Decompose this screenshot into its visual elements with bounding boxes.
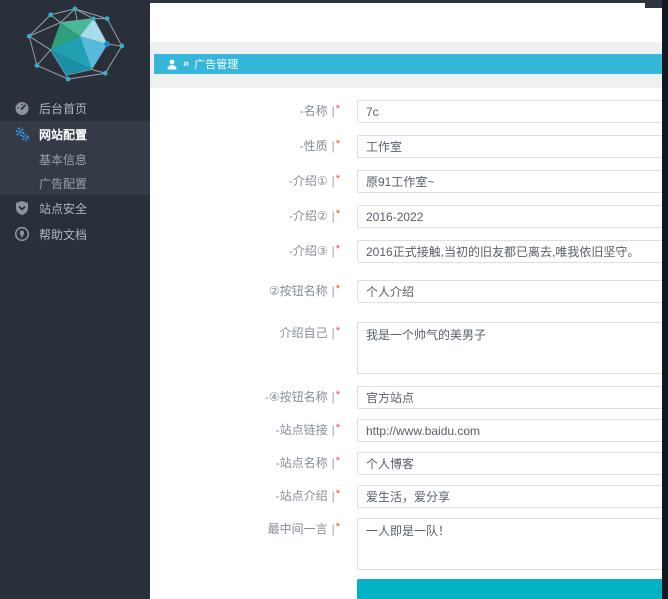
- form-row: -性质|*: [150, 135, 668, 159]
- sidebar-group-site-config: 网站配置 基本信息 广告配置: [0, 121, 150, 195]
- sidebar-item-label: 后台首页: [39, 100, 87, 117]
- sidebar-item-ad-config[interactable]: 广告配置: [0, 171, 150, 195]
- help-docs-icon: [14, 226, 30, 242]
- main-content: » 广告管理 -名称|* -性质|* -介绍①|* -介绍②|* -介绍③|*: [150, 0, 668, 599]
- dashboard-icon: [14, 100, 30, 116]
- form-row: -名称|*: [150, 100, 668, 124]
- form-row: 介绍自己|* 我是一个帅气的美男子: [150, 322, 668, 374]
- sidebar-item-dashboard[interactable]: 后台首页: [0, 95, 150, 121]
- page-title: 广告管理: [194, 56, 238, 72]
- form-row: ②按钮名称|*: [150, 280, 668, 304]
- field-label: 最中间一言|*: [150, 518, 357, 570]
- field-label: -介绍①|*: [150, 170, 357, 194]
- gears-icon: [14, 126, 30, 142]
- top-border: [150, 0, 668, 3]
- breadcrumb: » 广告管理: [154, 54, 668, 74]
- field-label: -性质|*: [150, 135, 357, 159]
- sidebar: 后台首页 网站配置 基本信息 广告配置: [0, 0, 150, 599]
- logo: [0, 0, 150, 88]
- right-border: [662, 0, 668, 599]
- field-label: -站点链接|*: [150, 419, 357, 443]
- top-header-bar: [150, 3, 668, 42]
- sidebar-item-label: 广告配置: [39, 175, 87, 192]
- site-name-input[interactable]: [357, 452, 668, 475]
- intro1-input[interactable]: [357, 170, 668, 193]
- ad-config-form: -名称|* -性质|* -介绍①|* -介绍②|* -介绍③|* ②按钮名称|*: [150, 100, 668, 599]
- user-icon: [167, 59, 177, 70]
- field-label: -介绍③|*: [150, 240, 357, 264]
- name-input[interactable]: [357, 100, 668, 123]
- motto-textarea[interactable]: 一人即是一队！: [357, 518, 668, 570]
- field-label: ②按钮名称|*: [150, 280, 357, 304]
- breadcrumb-separator: »: [183, 58, 189, 70]
- required-star: *: [336, 325, 340, 337]
- sidebar-item-help-docs[interactable]: 帮助文档: [0, 221, 150, 247]
- form-row: 最中间一言|* 一人即是一队！: [150, 518, 668, 570]
- corner-decoration: [645, 0, 662, 8]
- sidebar-item-basic-info[interactable]: 基本信息: [0, 147, 150, 171]
- intro3-input[interactable]: [357, 240, 668, 263]
- sidebar-item-label: 帮助文档: [39, 226, 87, 243]
- required-star: *: [336, 488, 340, 500]
- form-panel: -名称|* -性质|* -介绍①|* -介绍②|* -介绍③|* ②按钮名称|*: [150, 88, 668, 599]
- field-label: -④按钮名称|*: [150, 386, 357, 410]
- form-row: -站点介绍|*: [150, 485, 668, 509]
- form-row: -站点链接|*: [150, 419, 668, 443]
- submit-row-spacer: [150, 579, 357, 599]
- field-label: -名称|*: [150, 100, 357, 124]
- required-star: *: [336, 389, 340, 401]
- sidebar-item-site-config[interactable]: 网站配置: [0, 121, 150, 147]
- field-label: -站点名称|*: [150, 452, 357, 476]
- submit-button[interactable]: [357, 579, 668, 599]
- field-label: -站点介绍|*: [150, 485, 357, 509]
- required-star: *: [336, 208, 340, 220]
- sidebar-item-label: 基本信息: [39, 151, 87, 168]
- form-row: -④按钮名称|*: [150, 386, 668, 410]
- button2-name-input[interactable]: [357, 280, 668, 303]
- nature-input[interactable]: [357, 135, 668, 158]
- required-star: *: [336, 455, 340, 467]
- sidebar-item-label: 网站配置: [39, 126, 87, 143]
- polyhedron-logo-icon: [20, 5, 130, 83]
- sidebar-item-label: 站点安全: [39, 200, 87, 217]
- required-star: *: [336, 422, 340, 434]
- submit-row: [150, 579, 668, 599]
- required-star: *: [336, 103, 340, 115]
- sidebar-item-site-security[interactable]: 站点安全: [0, 195, 150, 221]
- form-row: -介绍②|*: [150, 205, 668, 229]
- self-intro-textarea[interactable]: 我是一个帅气的美男子: [357, 322, 668, 374]
- field-label: -介绍②|*: [150, 205, 357, 229]
- required-star: *: [336, 283, 340, 295]
- required-star: *: [336, 138, 340, 150]
- sidebar-menu: 后台首页 网站配置 基本信息 广告配置: [0, 95, 150, 247]
- site-link-input[interactable]: [357, 419, 668, 442]
- form-row: -站点名称|*: [150, 452, 668, 476]
- required-star: *: [336, 243, 340, 255]
- required-star: *: [336, 173, 340, 185]
- field-label: 介绍自己|*: [150, 322, 357, 374]
- form-row: -介绍③|*: [150, 240, 668, 264]
- site-desc-input[interactable]: [357, 485, 668, 508]
- form-row: -介绍①|*: [150, 170, 668, 194]
- button4-name-input[interactable]: [357, 386, 668, 409]
- required-star: *: [336, 521, 340, 533]
- shield-icon: [14, 200, 30, 216]
- intro2-input[interactable]: [357, 205, 668, 228]
